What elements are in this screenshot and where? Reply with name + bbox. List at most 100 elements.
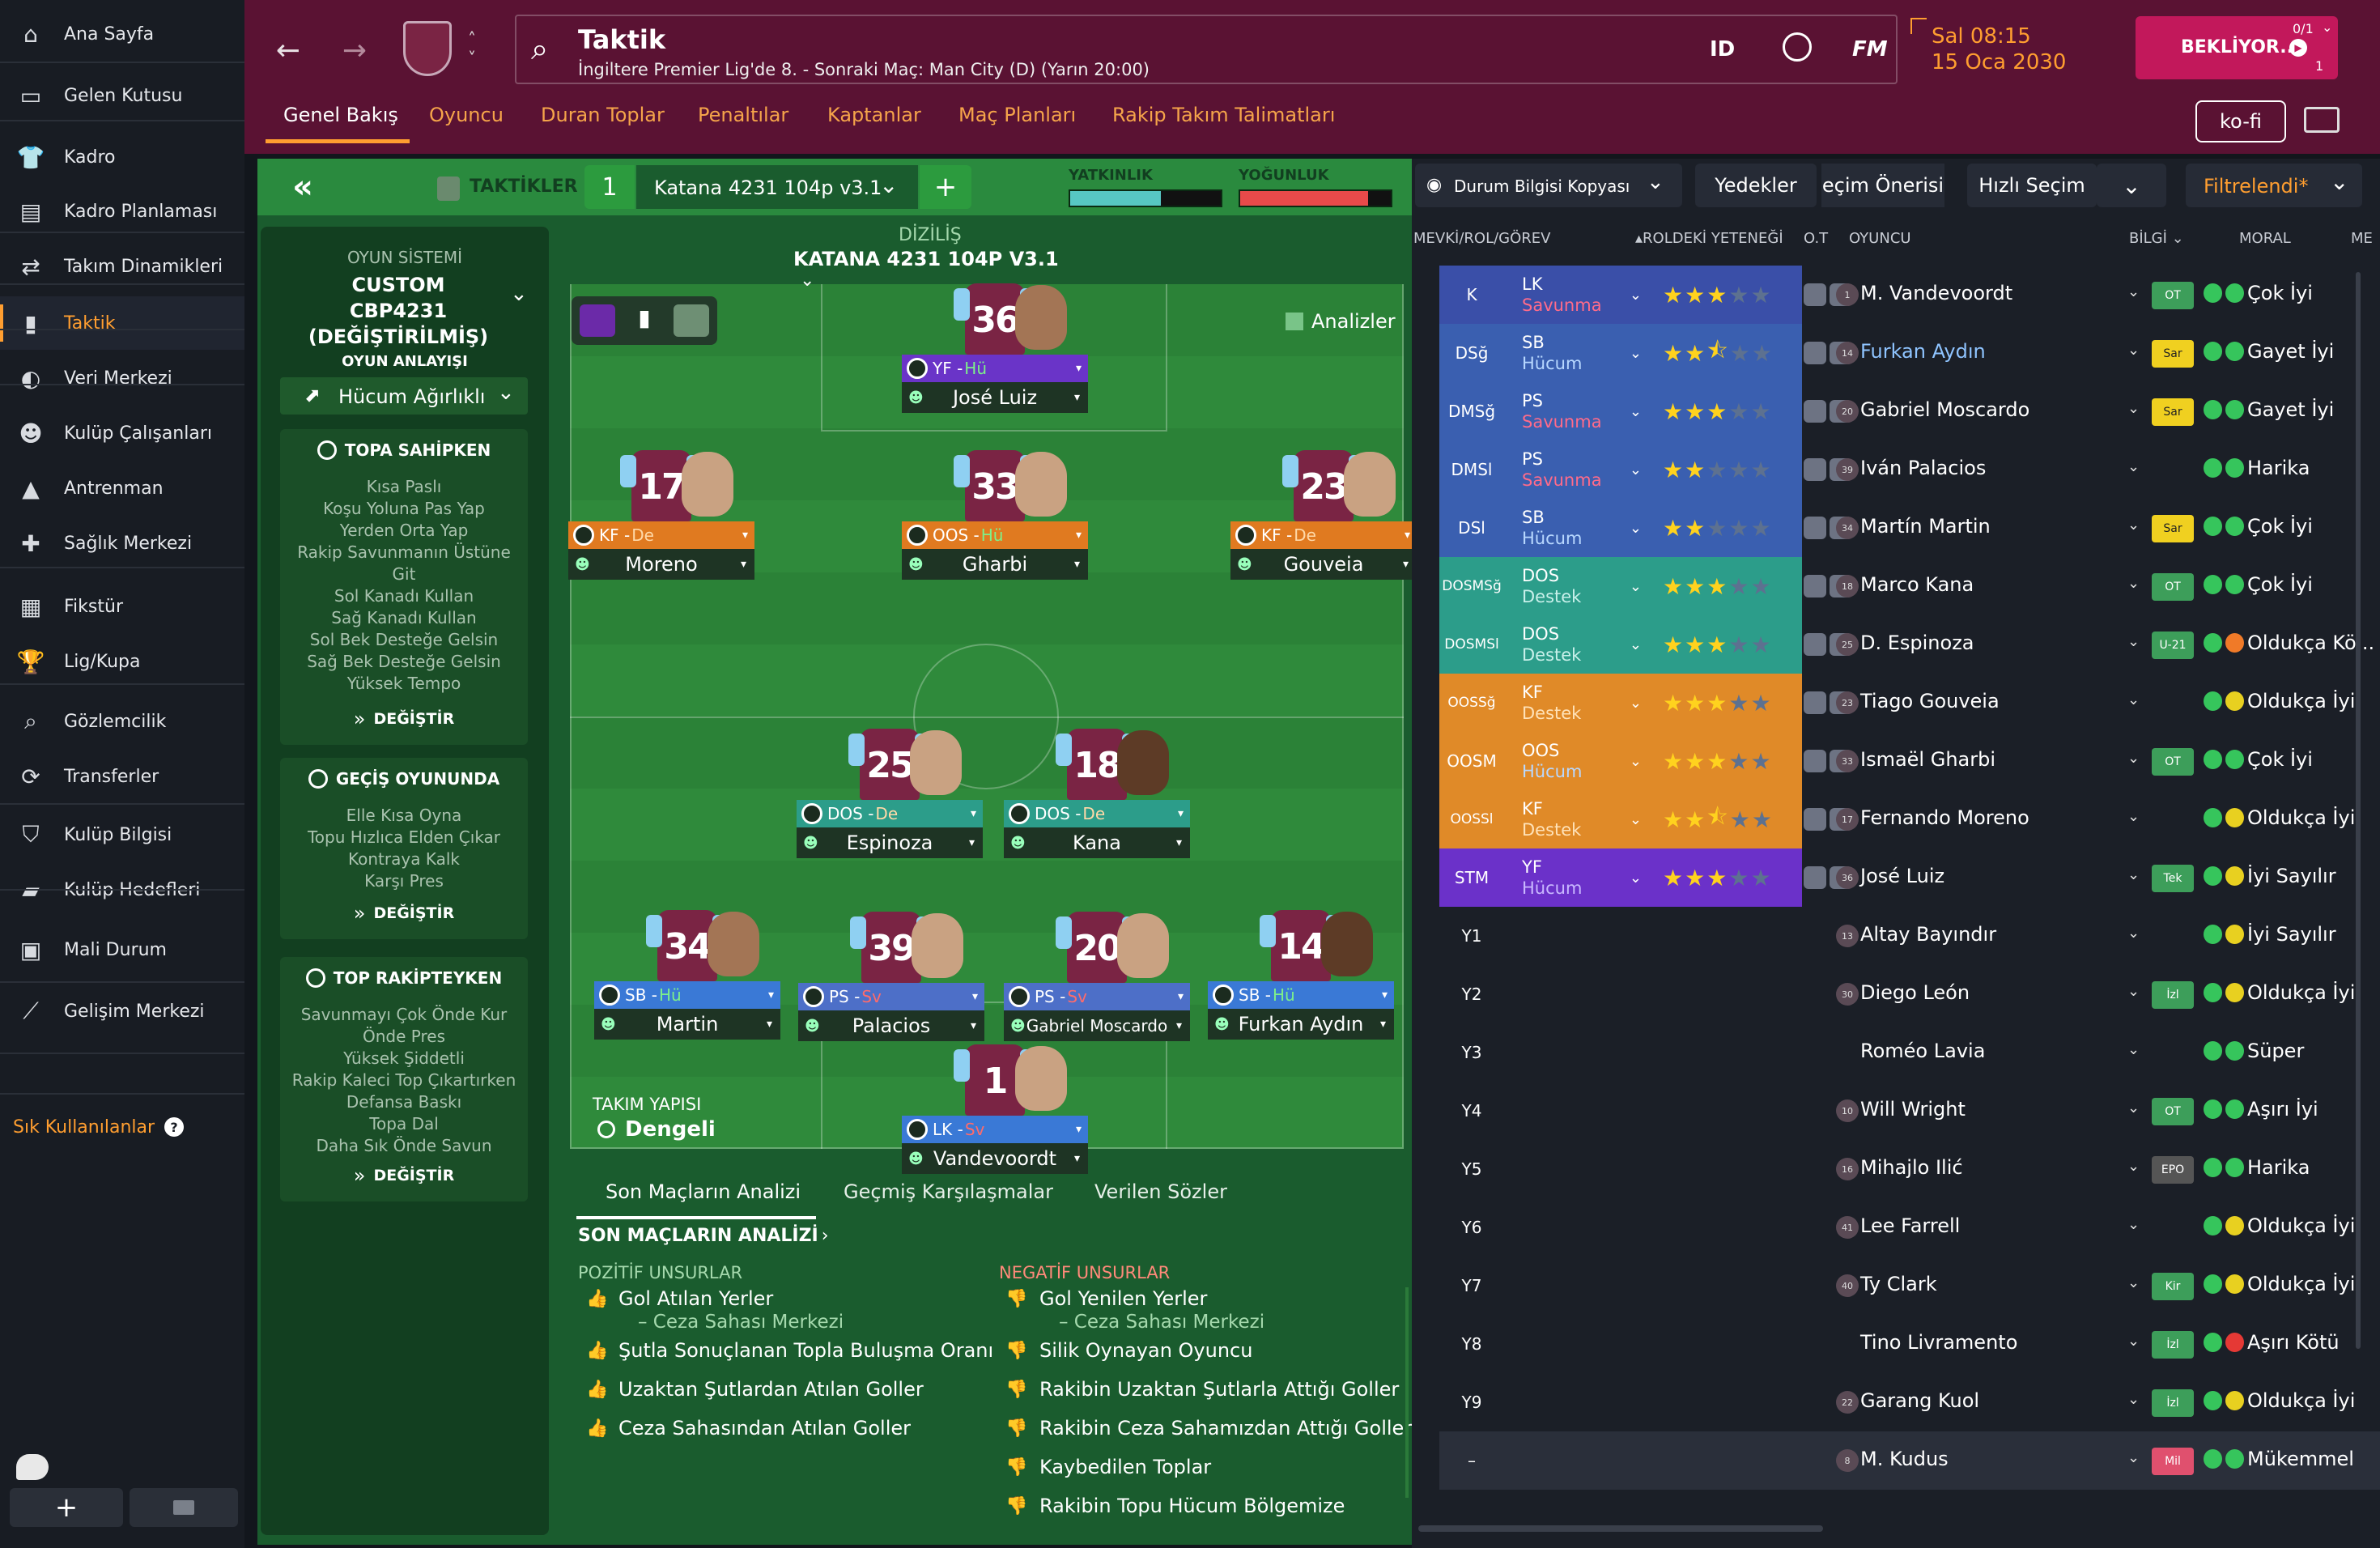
player-name[interactable]: Tiago Gouveia [1860,690,2000,712]
role-duty[interactable]: LK - Sv ▾ [902,1116,1088,1143]
role-duty[interactable]: DOS - De ▾ [1004,800,1190,827]
chevron-down-icon[interactable]: ⌄ [2127,750,2140,767]
nav-tactics[interactable]: ▮ Taktik [0,296,244,350]
change-button[interactable]: » DEĞİŞTİR [280,1164,528,1187]
position-cell[interactable]: Y2 [1439,965,1504,1023]
search-bar[interactable]: ⌕ Taktik İngiltere Premier Lig'de 8. - S… [515,15,1898,84]
role-cell[interactable]: KF Destek ⌄ [1504,674,1653,732]
monitor-icon[interactable] [2304,107,2340,133]
table-row[interactable]: DOSMSğ DOS Destek ⌄ ★ ★ ★ ★ ★ 18 Marco Kana ⌄ OT Çok … [1439,557,2380,615]
nav-money[interactable]: ▣ Mali Durum [0,923,244,976]
nav-scouting[interactable]: ⌕ Gözlemcilik [0,695,244,748]
role-duty[interactable]: DOS - De ▾ [797,800,983,827]
player-name[interactable]: M. Kudus [1860,1448,1949,1470]
analyses-button[interactable]: Analizler [1286,303,1412,340]
role-duty[interactable]: PS - Sv ▾ [1004,983,1190,1010]
player-name-dropdown[interactable]: ☻ José Luiz ▾ [902,382,1088,413]
player-name[interactable]: Furkan Aydın [1860,340,1986,363]
bar-chart-icon[interactable]: ▮ [627,304,662,337]
pitch-player[interactable]: 25 DOS - De ▾ ☻ Espinoza ▾ [797,729,983,865]
position-cell[interactable]: OOSSğ [1439,674,1504,732]
position-cell[interactable]: Y6 [1439,1198,1504,1257]
position-cell[interactable]: DSl [1439,499,1504,557]
pitch-player[interactable]: 23 KF - De ▾ ☻ Gouveia ▾ [1230,450,1417,586]
role-duty[interactable]: OOS - Hü ▾ [902,521,1088,549]
chat-icon[interactable] [16,1454,49,1480]
table-row[interactable]: Y1 13 Altay Bayındır ⌄ İyi Sayılır [1439,907,2380,965]
pitch-player[interactable]: 36 YF - Hü ▾ ☻ José Luiz ▾ [902,283,1088,419]
table-row[interactable]: – 8 M. Kudus ⌄ Mil Mükemmel [1439,1431,2380,1490]
forward-button[interactable]: → [335,31,374,70]
nav-data[interactable]: ◐ Veri Merkezi [0,351,244,405]
info-icon[interactable] [674,304,709,337]
chevron-down-icon[interactable]: ⌄ [2127,925,2140,942]
table-row[interactable]: Y5 16 Mihajlo Ilić ⌄ EPO Harika [1439,1140,2380,1198]
add-tab-button[interactable]: + [10,1488,123,1527]
tactic-slot[interactable]: 1 [584,165,635,209]
player-name-dropdown[interactable]: ☻ Martin ▾ [594,1009,780,1040]
col-header-morale[interactable]: MORAL [2239,230,2291,247]
table-row[interactable]: OOSSğ KF Destek ⌄ ★ ★ ★ ★ ★ 23 Tiago Gouveia ⌄ Olduk… [1439,674,2380,732]
position-cell[interactable]: Y8 [1439,1315,1504,1373]
col-header-ability[interactable]: ▴ROLDEKİ YETENEĞİ [1635,230,1783,247]
chevron-down-icon[interactable]: ⌄ [2127,1216,2140,1233]
chevron-down-icon[interactable]: ⌄ [2127,342,2140,359]
player-name-dropdown[interactable]: ☻ Gabriel Moscardo ▾ [1004,1010,1190,1041]
role-duty[interactable]: SB - Hü ▾ [1208,981,1394,1009]
role-duty[interactable]: KF - De ▾ [1230,521,1417,549]
club-crest-icon[interactable] [403,21,452,76]
table-row[interactable]: DMSğ PS Savunma ⌄ ★ ★ ★ ★ ★ 20 Gabriel Moscardo ⌄ Sa… [1439,382,2380,440]
collapse-button[interactable]: « [257,159,348,215]
player-name[interactable]: Diego León [1860,981,1970,1004]
position-cell[interactable]: – [1439,1431,1504,1490]
chevron-down-icon[interactable]: ⌄ [2127,575,2140,592]
table-row[interactable]: STM YF Hücum ⌄ ★ ★ ★ ★ ★ 36 José Luiz ⌄ Tek İyi Sayıl… [1439,848,2380,907]
help-icon[interactable]: ? [164,1117,185,1137]
col-header-position[interactable]: MEVKİ/ROL/GÖREV [1413,230,1550,247]
player-name[interactable]: Fernando Moreno [1860,806,2029,829]
approach-dropdown[interactable]: ⬈ Hücum Ağırlıklı ⌄ [280,377,528,415]
folder-button[interactable] [130,1488,238,1527]
player-name-dropdown[interactable]: ☻ Kana ▾ [1004,827,1190,858]
chevron-down-icon[interactable]: ⌄ [2127,1449,2140,1466]
player-name[interactable]: Ty Clark [1860,1273,1937,1295]
nav-dynamics[interactable]: ⇄ Takım Dinamikleri [0,240,244,293]
position-cell[interactable]: STM [1439,848,1504,907]
role-duty[interactable]: SB - Hü ▾ [594,981,780,1009]
player-name[interactable]: Martín Martin [1860,515,1991,538]
player-view-icon[interactable] [580,304,615,337]
position-cell[interactable]: Y3 [1439,1023,1504,1082]
tab-1[interactable]: Oyuncu [429,104,504,126]
position-cell[interactable]: K [1439,266,1504,324]
structure-value[interactable]: Dengeli [597,1117,716,1142]
id-button[interactable]: ID [1710,37,1735,62]
player-name-dropdown[interactable]: ☻ Vandevoordt ▾ [902,1143,1088,1174]
col-header-me[interactable]: ME [2351,230,2373,247]
pitch-player[interactable]: 1 LK - Sv ▾ ☻ Vandevoordt ▾ [902,1044,1088,1180]
nav-transfer[interactable]: ⟳ Transferler [0,750,244,803]
system-dropdown[interactable]: CUSTOM CBP4231 (DEĞİŞTİRİLMİŞ) ⌄ [269,270,541,348]
player-name-dropdown[interactable]: ☻ Gharbi ▾ [902,549,1088,580]
copy-status-dropdown[interactable]: ◉ Durum Bilgisi Kopyası ⌄ [1415,164,1682,207]
tab-5[interactable]: Maç Planları [958,104,1076,126]
table-row[interactable]: DOSMSl DOS Destek ⌄ ★ ★ ★ ★ ★ 25 D. Espinoza ⌄ U-21 O… [1439,615,2380,674]
nav-shirt[interactable]: 👕 Kadro [0,130,244,184]
nav-home[interactable]: ⌂ Ana Sayfa [0,7,244,61]
brain-icon[interactable] [1783,32,1812,62]
favorites[interactable]: Sık Kullanılanlar ? [13,1111,185,1143]
position-cell[interactable]: Y4 [1439,1082,1504,1140]
table-row[interactable]: DMSl PS Savunma ⌄ ★ ★ ★ ★ ★ 39 Iván Palacios ⌄ Harik… [1439,440,2380,499]
chevron-down-icon[interactable]: ⌄ [2127,866,2140,883]
role-cell[interactable]: SB Hücum ⌄ [1504,499,1653,557]
position-cell[interactable]: Y9 [1439,1373,1504,1431]
table-row[interactable]: Y8 Tino Livramento ⌄ İzl Aşırı Kötü [1439,1315,2380,1373]
player-name[interactable]: Tino Livramento [1860,1331,2017,1354]
fm-logo[interactable]: FM [1852,37,1888,62]
table-row[interactable]: Y7 40 Ty Clark ⌄ Kir Oldukça İyi [1439,1257,2380,1315]
chevron-down-icon[interactable]: ⌄ [2127,1274,2140,1291]
nav-clipboard[interactable]: ▤ Kadro Planlaması [0,185,244,238]
quick-pick-dropdown[interactable]: ⌄ [2097,164,2166,207]
formation-dropdown[interactable]: KATANA 4231 104P V3.1 ⌄ [793,248,1069,291]
table-row[interactable]: Y3 Roméo Lavia ⌄ Süper [1439,1023,2380,1082]
player-name-dropdown[interactable]: ☻ Palacios ▾ [798,1010,984,1041]
